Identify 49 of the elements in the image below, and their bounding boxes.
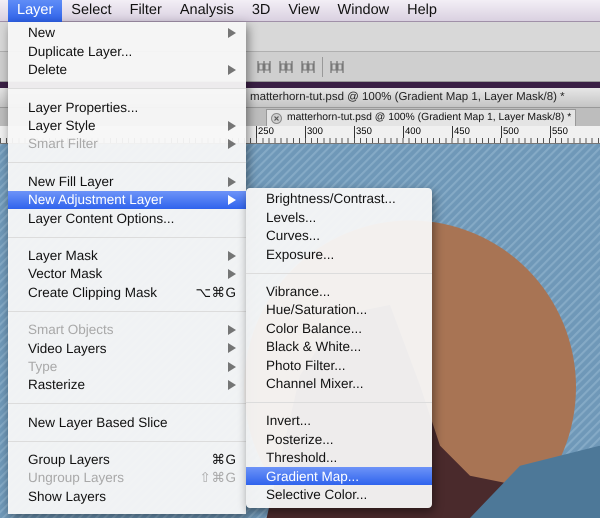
shortcut-label: ⇧⌘G [199,471,236,485]
document-tab[interactable]: matterhorn-tut.psd @ 100% (Gradient Map 1, Layer Mask/8) * [266,109,576,126]
menu-item[interactable]: Black & White... [246,338,432,356]
menu-bar-item[interactable]: Select [62,0,121,22]
menu-item[interactable]: Channel Mixer... [246,374,432,393]
menu-bar-item[interactable]: 3D [242,0,280,22]
menu-item[interactable]: Gradient Map... [246,467,432,486]
menu-item[interactable]: Exposure... [246,245,432,264]
menu-item[interactable]: Vibrance... [246,282,432,301]
menu-item[interactable]: Rasterize [8,376,246,394]
menu-item[interactable]: Invert... [246,412,432,430]
menu-item[interactable]: Delete [8,60,246,80]
align-icon[interactable] [256,60,272,74]
menu-item[interactable]: Posterize... [246,430,432,449]
menu-bar-item[interactable]: Window [328,0,398,22]
menu-item[interactable]: Layer Content Options... [8,209,246,228]
menu-item[interactable]: Show Layers [8,487,246,506]
menu-item[interactable]: Video Layers [8,339,246,358]
menu-item[interactable]: Vector Mask [8,264,246,284]
close-icon[interactable] [271,112,282,124]
menu-item[interactable]: Duplicate Layer... [8,42,246,61]
menu-item[interactable]: Photo Filter... [246,356,432,375]
menu-bar-item[interactable]: Layer [8,0,62,22]
align-icon[interactable] [300,60,316,74]
menu-item[interactable]: Selective Color... [246,485,432,504]
menu-bar-item[interactable]: View [279,0,329,22]
shortcut-label: ⌥⌘G [195,286,236,300]
align-icon[interactable] [278,60,294,74]
menu-item[interactable]: Hue/Saturation... [246,300,432,320]
shortcut-label: ⌘G [211,453,236,467]
menu-item[interactable]: Levels... [246,208,432,227]
menu-item[interactable]: Layer Style [8,116,246,135]
menu-item[interactable]: Curves... [246,226,432,246]
menu-bar-item[interactable]: Help [398,0,446,22]
menu-item[interactable]: Layer Properties... [8,98,246,117]
menu-item[interactable]: New [8,24,246,42]
menu-item[interactable]: New Adjustment Layer [8,190,246,210]
menu-item[interactable]: Brightness/Contrast... [246,190,432,208]
menu-item[interactable]: Threshold... [246,448,432,468]
menu-item[interactable]: Create Clipping Mask ⌥⌘G [8,283,246,302]
menu-item[interactable]: Group Layers ⌘G [8,450,246,470]
menu-item[interactable]: New Fill Layer [8,172,246,191]
menu-bar-item[interactable]: Filter [120,0,171,22]
align-icon[interactable] [329,60,345,74]
menu-item[interactable]: Color Balance... [246,319,432,338]
menu-item[interactable]: Layer Mask [8,246,246,265]
menu-bar-item[interactable]: Analysis [170,0,243,22]
window-title: matterhorn-tut.psd @ 100% (Gradient Map 1, Layer Mask/8) * [250,90,565,105]
menu-item[interactable]: New Layer Based Slice [8,413,246,432]
